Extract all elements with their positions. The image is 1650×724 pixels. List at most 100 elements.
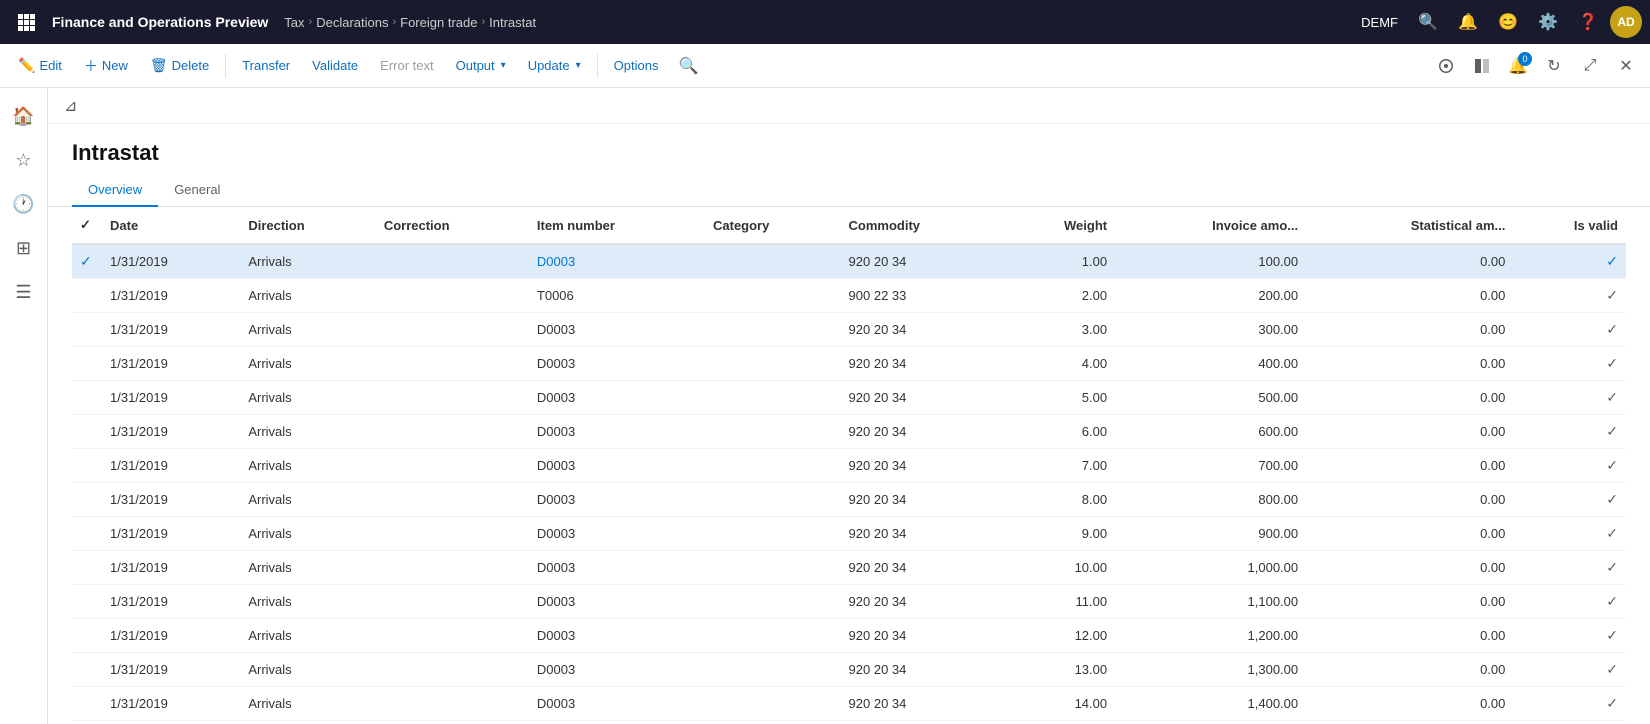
row-date: 1/31/2019 <box>102 483 240 517</box>
refresh-icon[interactable]: ↻ <box>1538 50 1570 82</box>
toolbar-right-icons: 🔔 0 ↻ ⤢ ✕ <box>1430 50 1642 82</box>
edit-button[interactable]: ✏️ Edit <box>8 52 72 79</box>
tab-general[interactable]: General <box>158 174 236 207</box>
col-correction: Correction <box>376 207 529 244</box>
row-direction: Arrivals <box>240 721 376 724</box>
table-row[interactable]: 1/31/2019 Arrivals D0003 920 20 34 4.00 … <box>72 347 1626 381</box>
row-category <box>705 415 841 449</box>
avatar[interactable]: AD <box>1610 6 1642 38</box>
tab-overview[interactable]: Overview <box>72 174 158 207</box>
table-row[interactable]: ✓ 1/31/2019 Arrivals D0003 920 20 34 1.0… <box>72 244 1626 279</box>
row-valid: ✓ <box>1513 687 1626 721</box>
table-row[interactable]: 1/31/2019 Arrivals D0003 920 20 34 13.00… <box>72 653 1626 687</box>
table-row[interactable]: 1/31/2019 Arrivals T0006 900 22 33 2.00 … <box>72 279 1626 313</box>
update-dropdown-arrow: ▾ <box>576 60 581 71</box>
table-row[interactable]: 1/31/2019 Arrivals D0003 920 20 34 3.00 … <box>72 313 1626 347</box>
row-commodity: 920 20 34 <box>841 517 1005 551</box>
sidebar-list-icon[interactable]: ☰ <box>4 272 44 312</box>
expand-icon[interactable]: ⤢ <box>1574 50 1606 82</box>
row-commodity: 920 20 34 <box>841 483 1005 517</box>
table-row[interactable]: 1/31/2019 Arrivals D0003 920 20 34 7.00 … <box>72 449 1626 483</box>
delete-button[interactable]: 🗑 Delete <box>140 52 219 79</box>
new-button[interactable]: ＋ New <box>74 51 138 81</box>
settings-icon[interactable]: ⚙️ <box>1530 4 1566 40</box>
tabs: Overview General <box>48 174 1650 207</box>
options-button[interactable]: Options <box>604 53 669 78</box>
row-commodity: 920 20 34 <box>841 244 1005 279</box>
row-direction: Arrivals <box>240 687 376 721</box>
breadcrumb-declarations[interactable]: Declarations <box>316 15 388 30</box>
row-correction <box>376 653 529 687</box>
error-text-button[interactable]: Error text <box>370 53 443 78</box>
row-correction <box>376 415 529 449</box>
row-correction <box>376 619 529 653</box>
table-row[interactable]: 1/31/2019 Arrivals D0003 920 20 34 9.00 … <box>72 517 1626 551</box>
emoji-icon[interactable]: 😊 <box>1490 4 1526 40</box>
filter-icon[interactable]: ⊿ <box>64 96 77 116</box>
row-valid: ✓ <box>1513 483 1626 517</box>
row-direction: Arrivals <box>240 381 376 415</box>
grid-menu-icon[interactable] <box>8 0 44 44</box>
row-item-number: D0003 <box>529 313 705 347</box>
help-icon[interactable]: ❓ <box>1570 4 1606 40</box>
notification-icon[interactable]: 🔔 <box>1450 4 1486 40</box>
valid-checkmark: ✓ <box>1606 627 1618 643</box>
row-valid: ✓ <box>1513 415 1626 449</box>
row-date: 1/31/2019 <box>102 279 240 313</box>
row-check <box>72 313 102 347</box>
table-row[interactable]: 1/31/2019 Arrivals D0003 920 20 34 6.00 … <box>72 415 1626 449</box>
row-invoice: 100.00 <box>1115 244 1306 279</box>
table-row[interactable]: 1/31/2019 Arrivals D0003 920 20 34 11.00… <box>72 585 1626 619</box>
personalize-icon[interactable] <box>1430 50 1462 82</box>
row-weight: 13.00 <box>1004 653 1115 687</box>
table-row[interactable]: 1/31/2019 Arrivals D0003 920 20 34 10.00… <box>72 551 1626 585</box>
row-check <box>72 381 102 415</box>
row-direction: Arrivals <box>240 585 376 619</box>
breadcrumb-foreign-trade[interactable]: Foreign trade <box>400 15 477 30</box>
row-check <box>72 721 102 724</box>
valid-checkmark: ✓ <box>1606 389 1618 405</box>
breadcrumb-intrastat[interactable]: Intrastat <box>489 15 536 30</box>
search-icon[interactable]: 🔍 <box>1410 4 1446 40</box>
row-category <box>705 279 841 313</box>
panel-toggle-icon[interactable] <box>1466 50 1498 82</box>
table-row[interactable]: 1/31/2019 Arrivals D0003 920 20 34 8.00 … <box>72 483 1626 517</box>
row-commodity: 920 20 34 <box>841 687 1005 721</box>
table-row[interactable]: 1/31/2019 Arrivals D0003 920 20 34 12.00… <box>72 619 1626 653</box>
page-header: Intrastat <box>48 124 1650 174</box>
sidebar-home-icon[interactable]: 🏠 <box>4 96 44 136</box>
row-statistical: 0.00 <box>1306 415 1513 449</box>
row-commodity: 920 20 34 <box>841 347 1005 381</box>
close-icon[interactable]: ✕ <box>1610 50 1642 82</box>
sidebar-workspace-icon[interactable]: ⊞ <box>4 228 44 268</box>
sidebar-recent-icon[interactable]: 🕐 <box>4 184 44 224</box>
row-commodity: 920 20 34 <box>841 415 1005 449</box>
toolbar-separator-1 <box>225 54 226 78</box>
content-area: ⊿ Intrastat Overview General ✓ Date Dire… <box>48 88 1650 724</box>
row-invoice: 700.00 <box>1115 449 1306 483</box>
row-date: 1/31/2019 <box>102 687 240 721</box>
output-button[interactable]: Output ▾ <box>446 53 516 78</box>
row-commodity: 900 22 33 <box>841 279 1005 313</box>
transfer-button[interactable]: Transfer <box>232 53 300 78</box>
row-invoice: 1,000.00 <box>1115 551 1306 585</box>
row-correction <box>376 244 529 279</box>
table-row[interactable]: 1/31/2019 Arrivals D0003 920 20 34 5.00 … <box>72 381 1626 415</box>
row-item-number[interactable]: D0003 <box>529 244 705 279</box>
row-category <box>705 721 841 724</box>
notification-badge-icon[interactable]: 🔔 0 <box>1502 50 1534 82</box>
sidebar-star-icon[interactable]: ☆ <box>4 140 44 180</box>
row-item-number: D0003 <box>529 483 705 517</box>
row-date: 1/31/2019 <box>102 619 240 653</box>
breadcrumb-tax[interactable]: Tax <box>284 15 304 30</box>
breadcrumb-sep-3: › <box>481 16 485 28</box>
row-invoice: 1,200.00 <box>1115 619 1306 653</box>
row-valid: ✓ <box>1513 551 1626 585</box>
row-category <box>705 483 841 517</box>
row-category <box>705 687 841 721</box>
update-button[interactable]: Update ▾ <box>518 53 591 78</box>
validate-button[interactable]: Validate <box>302 53 368 78</box>
toolbar-search-icon[interactable]: 🔍 <box>678 56 698 76</box>
table-row[interactable]: 1/31/2019 Arrivals D0003 920 20 34 15.00… <box>72 721 1626 724</box>
table-row[interactable]: 1/31/2019 Arrivals D0003 920 20 34 14.00… <box>72 687 1626 721</box>
